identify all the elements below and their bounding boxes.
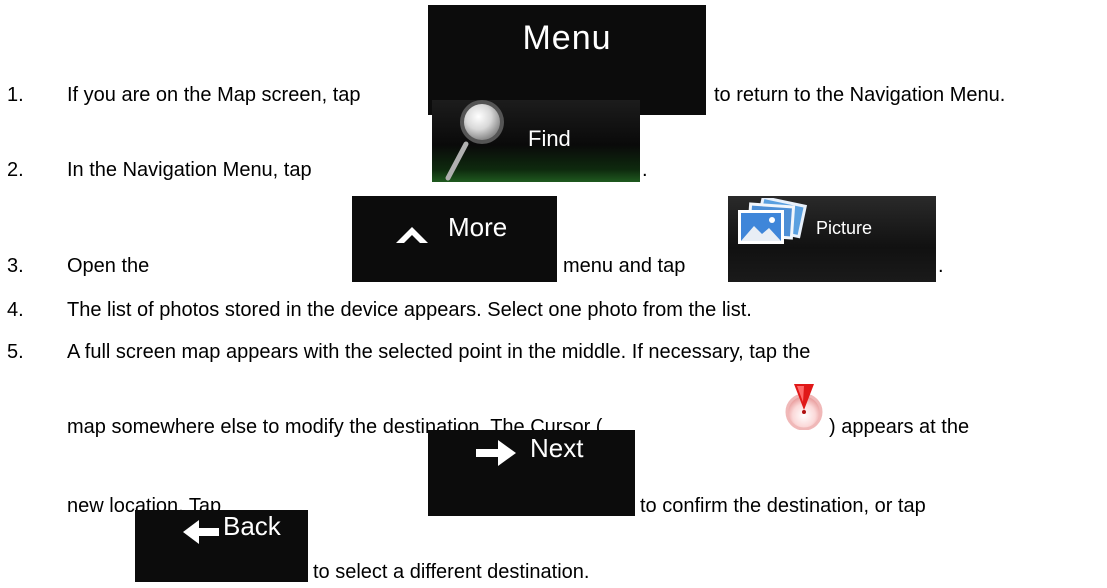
step-5-line-1: A full screen map appears with the selec… — [67, 341, 811, 363]
step-5-line-3b: to confirm the destination, or tap — [640, 495, 926, 517]
step-number-3: 3. — [7, 255, 24, 277]
find-button[interactable]: Find — [432, 100, 640, 182]
next-button[interactable]: Next — [428, 430, 635, 516]
next-button-label: Next — [530, 433, 584, 463]
step-3-text-after: . — [938, 255, 944, 277]
step-number-1: 1. — [7, 84, 24, 106]
step-5-line-4: to select a different destination. — [313, 561, 590, 583]
arrow-left-icon — [183, 520, 219, 544]
step-number-5: 5. — [7, 341, 24, 363]
more-button[interactable]: More — [352, 196, 557, 282]
picture-button-label: Picture — [816, 218, 873, 238]
step-1-text-after: to return to the Navigation Menu. — [714, 84, 1006, 106]
step-3-text-middle: menu and tap — [563, 255, 686, 277]
menu-button[interactable]: Menu — [428, 5, 706, 115]
chevron-up-icon — [396, 227, 428, 243]
step-number-2: 2. — [7, 159, 24, 181]
back-button-label: Back — [223, 511, 281, 541]
find-button-label: Find — [528, 126, 571, 151]
step-4-text: The list of photos stored in the device … — [67, 299, 752, 321]
step-2-text-after: . — [642, 159, 648, 181]
more-button-label: More — [448, 212, 508, 242]
magnifier-icon — [445, 100, 504, 181]
step-number-4: 4. — [7, 299, 24, 321]
step-2-text-before: In the Navigation Menu, tap — [67, 159, 312, 181]
back-button[interactable]: Back — [135, 510, 308, 582]
step-1-text-before: If you are on the Map screen, tap — [67, 84, 361, 106]
map-cursor-icon — [785, 384, 823, 430]
menu-button-label: Menu — [522, 19, 612, 57]
photos-icon — [738, 198, 808, 244]
step-5-line-2b: ) appears at the — [829, 416, 970, 438]
step-3-text-before: Open the — [67, 255, 150, 277]
picture-button[interactable]: Picture — [728, 196, 936, 282]
arrow-right-icon — [476, 440, 516, 466]
